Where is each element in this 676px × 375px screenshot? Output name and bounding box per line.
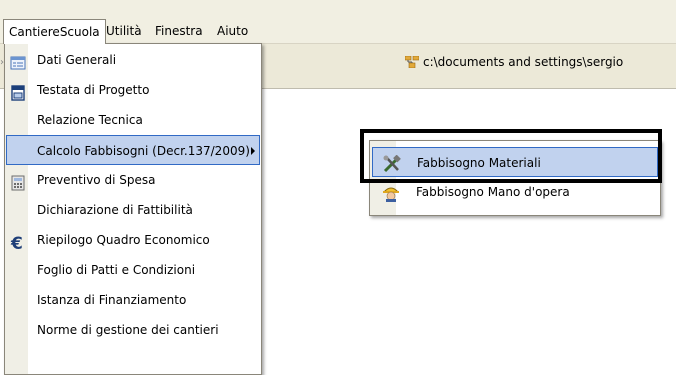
menu-item-preventivo-di-spesa[interactable]: Preventivo di Spesa	[6, 165, 260, 195]
submenu-item-fabbisogno-materiali[interactable]: Fabbisogno Materiali	[372, 147, 658, 177]
folder-tree-icon	[405, 53, 420, 69]
submenu-item-label: Fabbisogno Mano d'opera	[416, 185, 570, 199]
path-text: c:\documents and settings\sergio	[423, 55, 624, 69]
menu-item-label: Dichiarazione di Fattibilità	[37, 203, 193, 217]
euro-icon: €	[10, 232, 26, 254]
menu-item-label: Calcolo Fabbisogni (Decr.137/2009)	[37, 144, 250, 158]
submenu-item-fabbisogno-mano-dopera[interactable]: Fabbisogno Mano d'opera	[372, 177, 658, 207]
document-icon	[10, 82, 26, 101]
menu-aiuto[interactable]: Aiuto	[212, 20, 253, 42]
tools-icon	[382, 154, 402, 173]
menu-item-istanza-di-finanziamento[interactable]: Istanza di Finanziamento	[6, 285, 260, 315]
menu-item-calcolo-fabbisogni[interactable]: Calcolo Fabbisogni (Decr.137/2009)	[6, 135, 260, 165]
menu-item-norme-di-gestione[interactable]: Norme di gestione dei cantieri	[6, 315, 260, 345]
submenu-arrow-icon	[251, 147, 255, 155]
calculator-icon	[10, 172, 26, 191]
menu-item-label: Foglio di Patti e Condizioni	[37, 263, 196, 277]
worker-icon	[381, 183, 401, 202]
menu-item-label: Preventivo di Spesa	[37, 173, 156, 187]
menu-item-dati-generali[interactable]: Dati Generali	[6, 45, 260, 75]
menu-item-dichiarazione-di-fattibilita[interactable]: Dichiarazione di Fattibilità	[6, 195, 260, 225]
menu-item-label: Norme di gestione dei cantieri	[37, 323, 219, 337]
menu-item-label: Testata di Progetto	[37, 83, 150, 97]
form-icon	[10, 52, 26, 70]
menu-item-testata-di-progetto[interactable]: Testata di Progetto	[6, 75, 260, 105]
menu-item-riepilogo-quadro-economico[interactable]: € Riepilogo Quadro Economico	[6, 225, 260, 255]
menu-item-label: Relazione Tecnica	[37, 113, 143, 127]
menu-item-label: Riepilogo Quadro Economico	[37, 233, 210, 247]
menu-finestra[interactable]: Finestra	[150, 20, 208, 42]
menu-item-relazione-tecnica[interactable]: Relazione Tecnica	[6, 105, 260, 135]
svg-text:€: €	[10, 235, 23, 251]
menu-cantierescuola[interactable]: CantiereScuola	[3, 19, 106, 44]
menu-item-label: Dati Generali	[37, 53, 117, 67]
menu-item-foglio-di-patti[interactable]: Foglio di Patti e Condizioni	[6, 255, 260, 285]
cantierescuola-dropdown: Dati Generali Testata di Progetto Relazi…	[4, 43, 262, 375]
menu-utilita[interactable]: Utilità	[101, 20, 147, 42]
submenu-item-label: Fabbisogno Materiali	[417, 156, 541, 170]
calcolo-fabbisogni-submenu: Fabbisogno Materiali Fabbisogno Mano d'o…	[369, 140, 661, 216]
path-display: c:\documents and settings\sergio	[405, 51, 676, 73]
menu-item-label: Istanza di Finanziamento	[37, 293, 187, 307]
